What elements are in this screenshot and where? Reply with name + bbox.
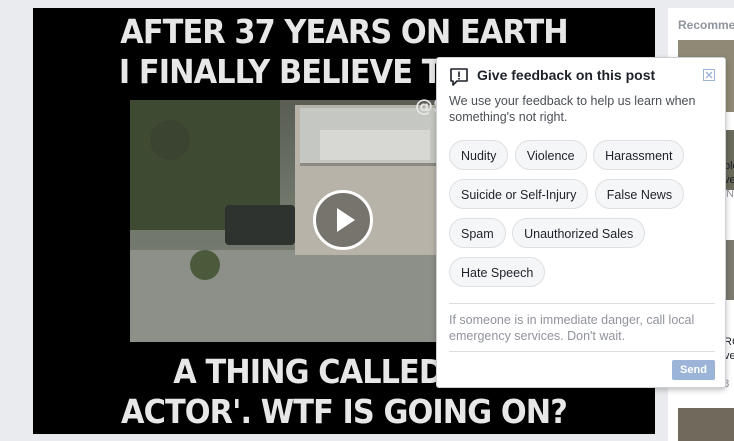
close-icon — [705, 71, 713, 79]
option-hate-speech[interactable]: Hate Speech — [449, 257, 546, 287]
option-violence[interactable]: Violence — [514, 140, 587, 170]
scene-road — [130, 250, 470, 342]
scene-truck — [225, 205, 295, 245]
page-background: AFTER 37 YEARS ON EARTH I FINALLY BELIEV… — [0, 0, 734, 441]
divider — [449, 351, 715, 352]
option-unauthorized-sales[interactable]: Unauthorized Sales — [512, 218, 646, 248]
report-flag-icon — [450, 68, 468, 86]
emergency-note: If someone is in immediate danger, call … — [449, 313, 695, 343]
play-button[interactable] — [313, 190, 373, 250]
scene-tree — [150, 120, 190, 160]
feedback-dialog: Give feedback on this post We use your f… — [436, 57, 726, 388]
close-button[interactable] — [703, 69, 715, 81]
divider — [449, 303, 715, 304]
option-false-news[interactable]: False News — [594, 179, 685, 209]
recommendations-heading: Recomme — [678, 18, 734, 32]
feedback-options: Nudity Violence Harassment Suicide or Se… — [449, 140, 721, 296]
send-button[interactable]: Send — [672, 360, 715, 380]
option-harassment[interactable]: Harassment — [593, 140, 685, 170]
meme-bottom-line-2: ACTOR'. WTF IS GOING ON? — [121, 392, 568, 431]
recommendation-snippet: N — [726, 188, 734, 200]
option-suicide-self-injury[interactable]: Suicide or Self-Injury — [449, 179, 589, 209]
meme-top-line-1: AFTER 37 YEARS ON EARTH — [120, 12, 568, 51]
video-frame — [130, 100, 470, 342]
play-icon — [337, 208, 355, 232]
option-nudity[interactable]: Nudity — [449, 140, 509, 170]
option-spam[interactable]: Spam — [449, 218, 506, 248]
scene-canopy — [320, 130, 430, 160]
feedback-title: Give feedback on this post — [477, 67, 656, 83]
feedback-description: We use your feedback to help us learn wh… — [449, 94, 696, 124]
scene-tree — [190, 250, 220, 280]
recommendation-thumbnail[interactable] — [678, 408, 734, 441]
